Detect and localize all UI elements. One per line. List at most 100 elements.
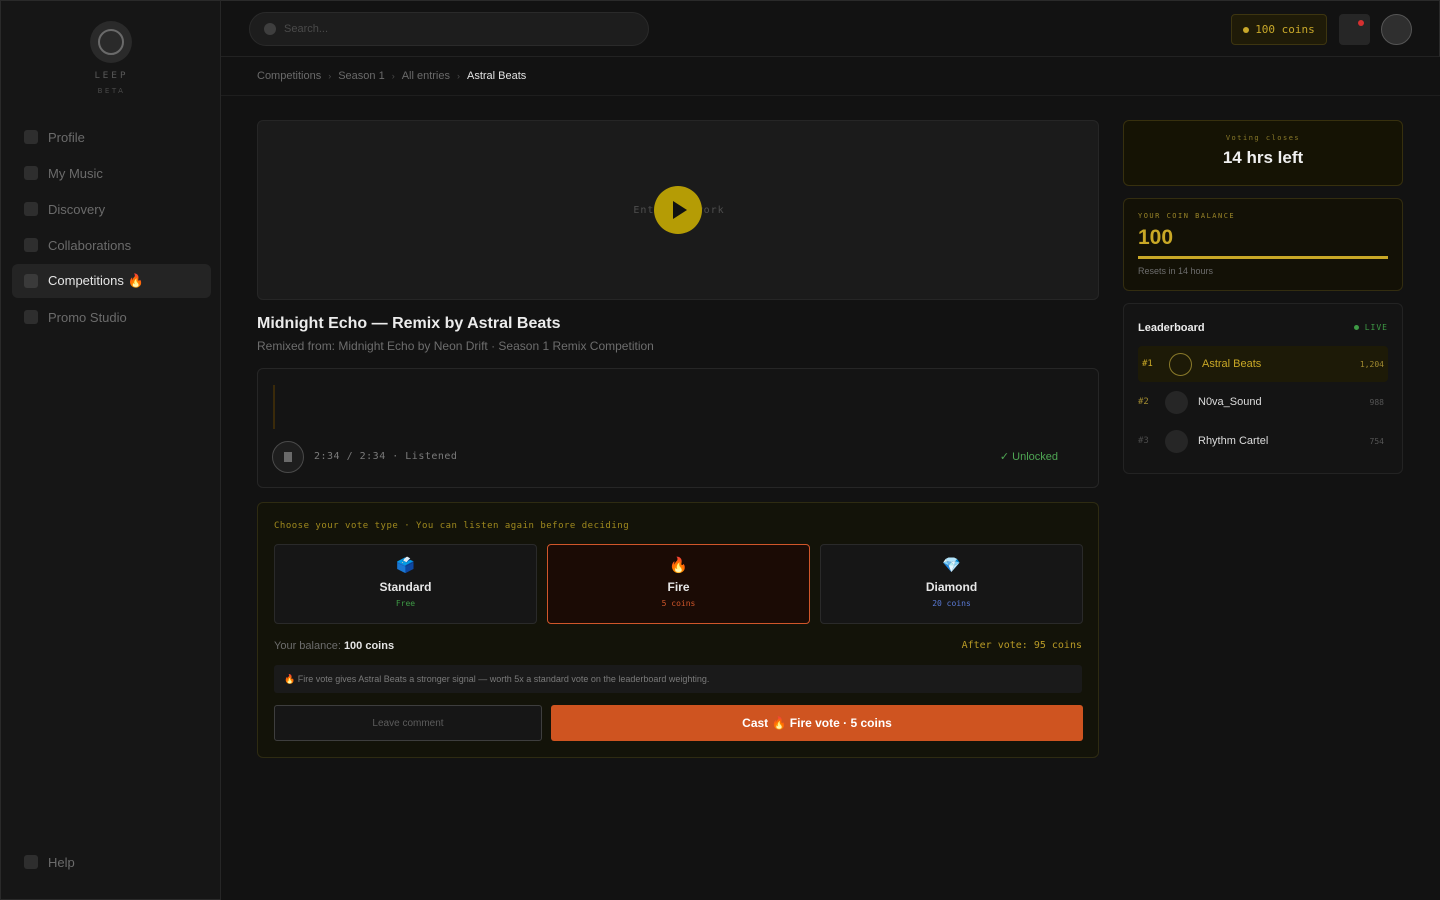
coins-label: 100 coins bbox=[1255, 23, 1315, 36]
sidebar-item-profile[interactable]: Profile bbox=[12, 120, 211, 154]
vote-option-name: Diamond bbox=[925, 580, 978, 594]
waveform[interactable] bbox=[273, 385, 275, 429]
coin-icon bbox=[1243, 26, 1250, 33]
breadcrumb-current: Astral Beats bbox=[466, 70, 527, 82]
coin-balance-bar bbox=[1138, 256, 1388, 259]
balance-reset-label: Resets in 14 hours bbox=[1138, 266, 1214, 276]
live-dot-icon bbox=[1353, 325, 1359, 330]
leaderboard-row[interactable]: #2 N0va_Sound 988 bbox=[1138, 384, 1388, 420]
after-vote-balance: After vote: 95 coins bbox=[961, 640, 1082, 651]
chevron-right-icon: › bbox=[328, 71, 332, 81]
vote-option-standard[interactable]: 🗳️ Standard Free bbox=[274, 544, 537, 624]
sidebar-item-promo-studio[interactable]: Promo Studio bbox=[12, 300, 211, 334]
coin-balance-label: YOUR COIN BALANCE bbox=[1138, 212, 1236, 220]
search-input[interactable] bbox=[284, 23, 624, 35]
leaderboard-row[interactable]: #3 Rhythm Cartel 754 bbox=[1138, 423, 1388, 459]
sidebar: LEEP BETA Profile My Music Discovery Col… bbox=[0, 0, 221, 900]
user-avatar[interactable] bbox=[1381, 14, 1412, 45]
vote-info: 🔥 Fire vote gives Astral Beats a stronge… bbox=[274, 665, 1082, 693]
cast-vote-button[interactable]: Cast 🔥 Fire vote · 5 coins bbox=[551, 705, 1083, 741]
breadcrumb-competitions[interactable]: Competitions bbox=[257, 70, 321, 82]
leaderboard-row[interactable]: #1 Astral Beats 1,204 bbox=[1138, 346, 1388, 382]
leave-comment-button[interactable]: Leave comment bbox=[274, 705, 542, 741]
sidebar-item-label: Profile bbox=[48, 129, 85, 145]
voting-closes-value: 14 hrs left bbox=[1222, 148, 1304, 167]
sidebar-item-collaborations[interactable]: Collaborations bbox=[12, 228, 211, 262]
playback-time: 2:34 / 2:34 · Listened bbox=[314, 451, 458, 462]
sidebar-item-label: My Music bbox=[48, 165, 103, 181]
sidebar-item-competitions[interactable]: Competitions 🔥 bbox=[12, 264, 211, 298]
artwork-player: Entry Artwork bbox=[257, 120, 1099, 300]
search-icon bbox=[264, 23, 276, 35]
sidebar-item-label: Promo Studio bbox=[48, 309, 127, 325]
discovery-icon bbox=[24, 202, 38, 216]
fire-icon: 🔥 bbox=[669, 557, 688, 574]
vote-option-name: Standard bbox=[379, 580, 432, 594]
leaderboard-name: N0va_Sound bbox=[1198, 396, 1262, 408]
leaderboard-card: Leaderboard LIVE #1 Astral Beats 1,204 #… bbox=[1123, 303, 1403, 474]
vote-option-price: 20 coins bbox=[932, 599, 971, 608]
voting-closes-card: Voting closes 14 hrs left bbox=[1123, 120, 1403, 186]
leaderboard-rank: #3 bbox=[1138, 436, 1149, 446]
play-icon bbox=[673, 201, 687, 219]
unlocked-status: ✓ Unlocked bbox=[999, 451, 1058, 463]
leaderboard-title: Leaderboard bbox=[1138, 322, 1205, 334]
stop-button[interactable] bbox=[272, 441, 304, 473]
sidebar-item-help[interactable]: Help bbox=[12, 845, 211, 879]
sidebar-item-my-music[interactable]: My Music bbox=[12, 156, 211, 190]
breadcrumb: Competitions › Season 1 › All entries › … bbox=[257, 70, 526, 82]
leaderboard-score: 1,204 bbox=[1359, 359, 1384, 369]
leaderboard-score: 754 bbox=[1369, 436, 1384, 446]
balance-line: Your balance: 100 coins bbox=[274, 640, 394, 652]
music-icon bbox=[24, 166, 38, 180]
logo-icon[interactable] bbox=[90, 21, 132, 63]
stop-icon bbox=[284, 452, 292, 462]
avatar bbox=[1169, 352, 1192, 376]
ballot-box-icon: 🗳️ bbox=[396, 557, 415, 574]
notification-dot-icon bbox=[1358, 20, 1364, 26]
breadcrumb-season[interactable]: Season 1 bbox=[338, 70, 384, 82]
leaderboard-rank: #1 bbox=[1142, 359, 1153, 369]
coin-balance-card: YOUR COIN BALANCE 100 Resets in 14 hours bbox=[1123, 198, 1403, 291]
play-button[interactable] bbox=[654, 186, 702, 234]
promo-icon bbox=[24, 310, 38, 324]
sidebar-item-label: Discovery bbox=[48, 201, 106, 217]
balance-value: 100 coins bbox=[343, 640, 395, 652]
competitions-icon bbox=[24, 274, 38, 288]
search-bar[interactable] bbox=[249, 12, 649, 46]
live-badge: LIVE bbox=[1353, 323, 1388, 332]
voting-closes-label: Voting closes bbox=[1225, 134, 1301, 142]
track-title: Midnight Echo — Remix by Astral Beats bbox=[257, 315, 561, 332]
live-label: LIVE bbox=[1364, 323, 1388, 332]
coins-badge[interactable]: 100 coins bbox=[1231, 14, 1327, 45]
leaderboard-name: Rhythm Cartel bbox=[1198, 435, 1269, 447]
breadcrumb-all-entries[interactable]: All entries bbox=[402, 70, 450, 82]
sidebar-item-label: Competitions 🔥 bbox=[48, 273, 144, 288]
chevron-right-icon: › bbox=[456, 71, 460, 81]
vote-option-fire[interactable]: 🔥 Fire 5 coins bbox=[547, 544, 810, 624]
divider bbox=[221, 95, 1440, 96]
vote-option-diamond[interactable]: 💎 Diamond 20 coins bbox=[820, 544, 1083, 624]
help-icon bbox=[24, 855, 38, 869]
balance-label: Your balance: bbox=[274, 640, 341, 652]
vote-option-price: 5 coins bbox=[661, 599, 696, 608]
leaderboard-rank: #2 bbox=[1138, 397, 1149, 407]
waveform-panel: 2:34 / 2:34 · Listened ✓ Unlocked bbox=[257, 368, 1099, 488]
logo-text: LEEP bbox=[94, 71, 129, 81]
sidebar-item-label: Help bbox=[48, 854, 75, 870]
vote-panel: Choose your vote type · You can listen a… bbox=[257, 502, 1099, 758]
avatar bbox=[1165, 429, 1188, 453]
leaderboard-name: Astral Beats bbox=[1202, 358, 1262, 370]
sidebar-item-discovery[interactable]: Discovery bbox=[12, 192, 211, 226]
collaborations-icon bbox=[24, 238, 38, 252]
topbar: 100 coins bbox=[221, 0, 1440, 57]
vote-option-name: Fire bbox=[667, 580, 690, 594]
diamond-icon: 💎 bbox=[942, 557, 961, 574]
profile-icon bbox=[24, 130, 38, 144]
vote-heading: Choose your vote type · You can listen a… bbox=[274, 521, 630, 531]
logo-badge: BETA bbox=[97, 87, 126, 95]
notifications-button[interactable] bbox=[1339, 14, 1370, 45]
leaderboard-score: 988 bbox=[1369, 397, 1384, 407]
track-subtitle: Remixed from: Midnight Echo by Neon Drif… bbox=[257, 339, 654, 353]
vote-option-price: Free bbox=[395, 599, 416, 608]
